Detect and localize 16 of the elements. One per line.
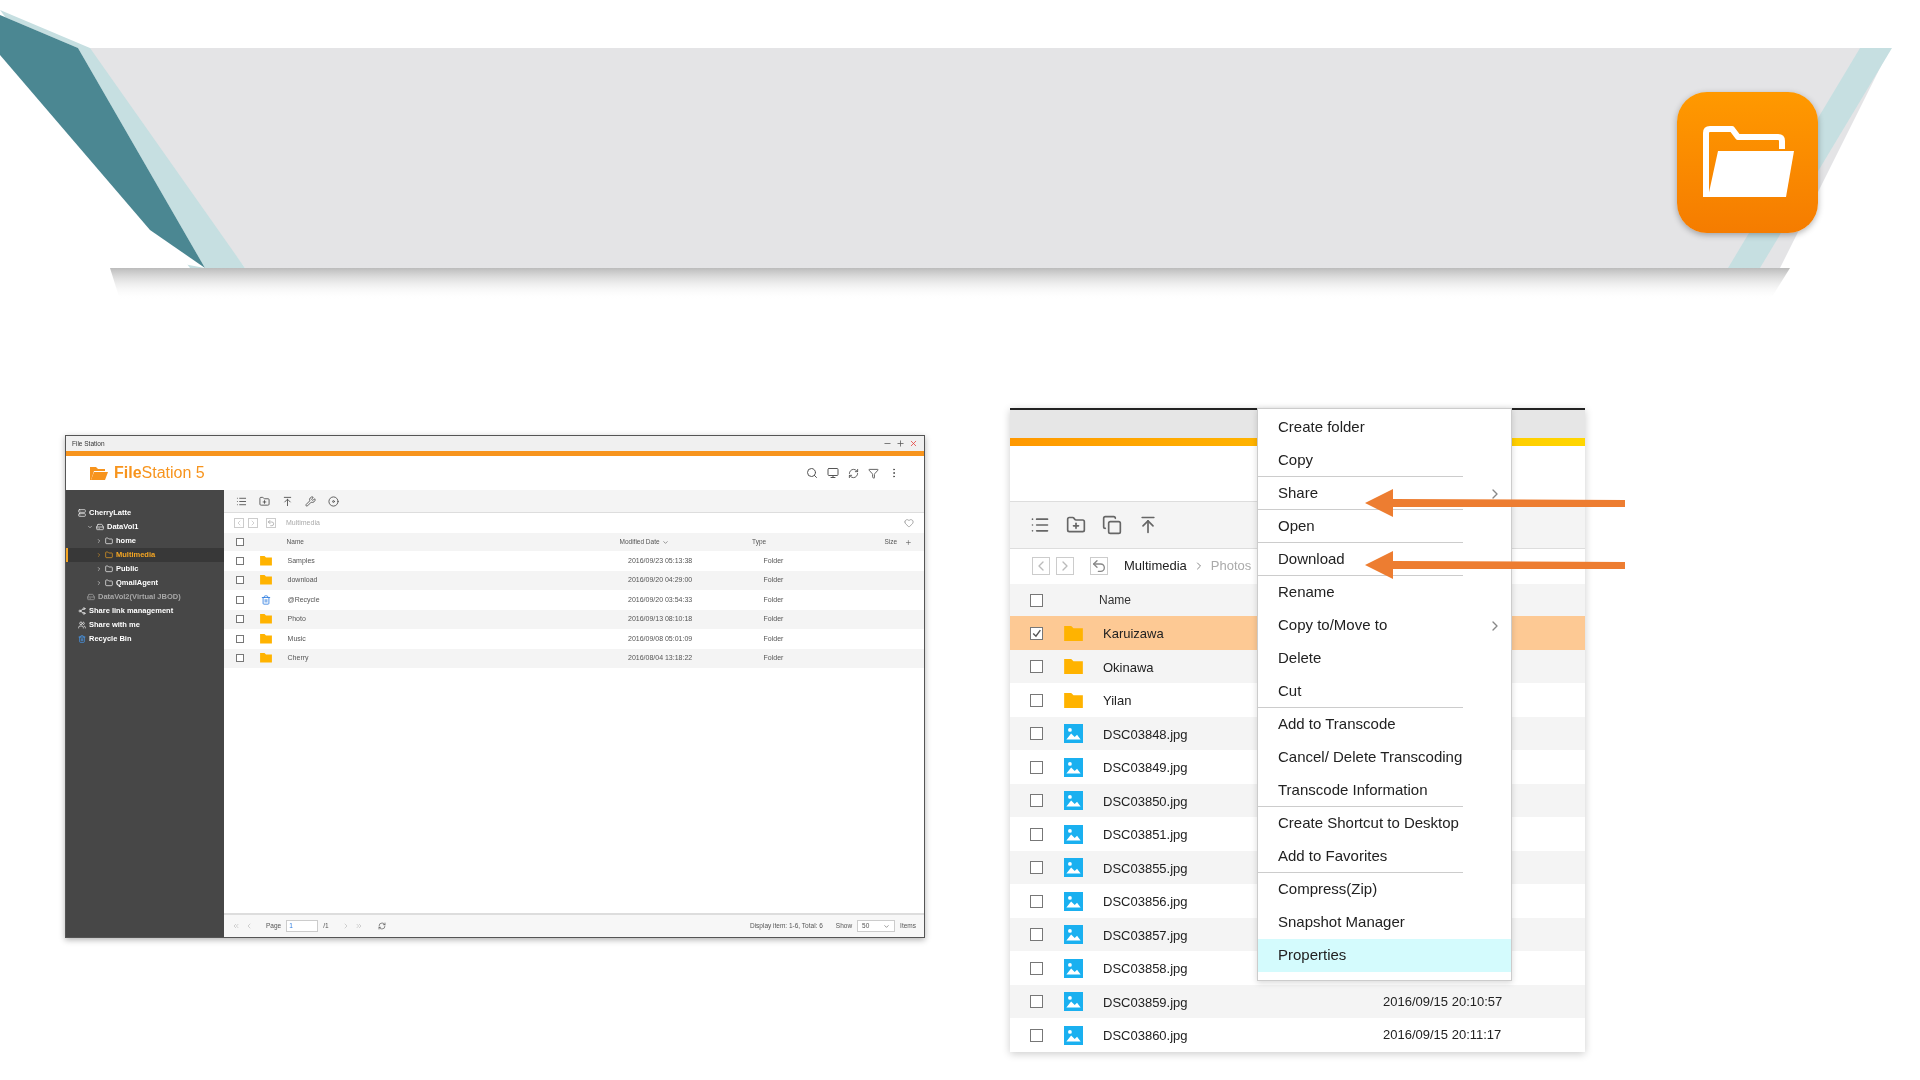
file-name: Karuizawa bbox=[1103, 626, 1164, 642]
file-name: DSC03858.jpg bbox=[1103, 961, 1188, 977]
file-name: DSC03849.jpg bbox=[1103, 760, 1188, 776]
file-name: DSC03857.jpg bbox=[1103, 927, 1188, 943]
app-logo: FileStation 5 bbox=[114, 463, 205, 483]
file-name: DSC03855.jpg bbox=[1103, 860, 1188, 876]
file-name: DSC03851.jpg bbox=[1103, 827, 1188, 843]
file-name: Okinawa bbox=[1103, 659, 1154, 675]
file-name: DSC03860.jpg bbox=[1103, 1028, 1188, 1044]
modified-date: 2016/09/15 20:10:57 bbox=[1383, 992, 1503, 1011]
file-name: DSC03856.jpg bbox=[1103, 894, 1188, 910]
file-name: DSC03848.jpg bbox=[1103, 726, 1188, 742]
file-name: DSC03859.jpg bbox=[1103, 994, 1188, 1010]
modified-date: 2016/09/15 20:11:17 bbox=[1383, 1026, 1502, 1045]
file-name: DSC03850.jpg bbox=[1103, 793, 1188, 809]
file-name: Yilan bbox=[1103, 693, 1132, 709]
